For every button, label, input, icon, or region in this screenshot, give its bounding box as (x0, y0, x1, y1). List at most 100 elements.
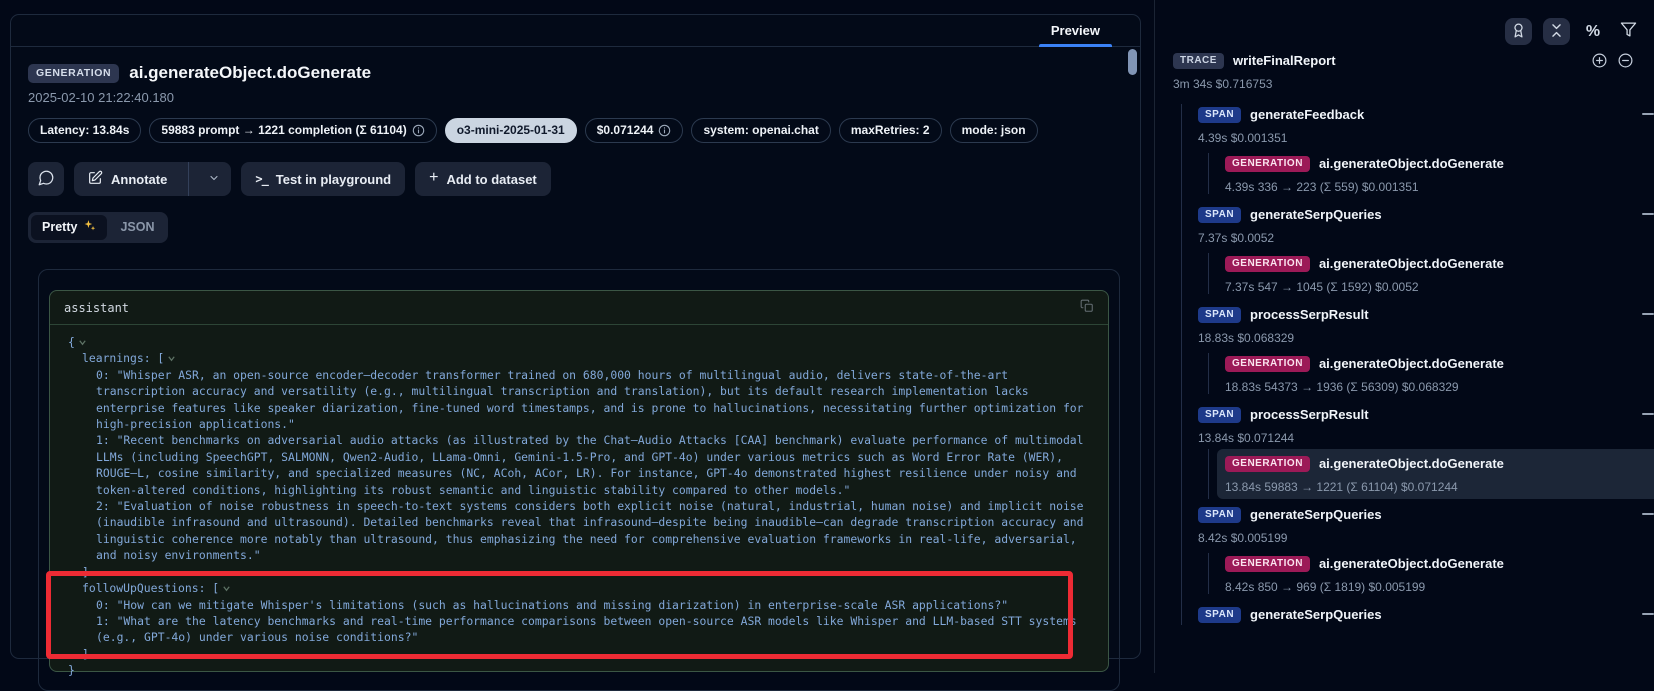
terminal-icon: >_ (255, 172, 267, 186)
trace-tree-sidebar: TRACE writeFinalReport 3m 34s $0.716753 … (1154, 0, 1654, 673)
tab-bar: Preview (11, 15, 1140, 47)
tab-preview-label: Preview (1051, 23, 1100, 38)
generation-metrics: 8.42s 850 → 969 (Σ 1819) $0.005199 (1225, 580, 1654, 594)
tree-group: SPAN generateSerpQueries (1198, 604, 1654, 625)
circle-plus-icon[interactable] (1591, 52, 1608, 74)
model-badge[interactable]: o3-mini-2025-01-31 (445, 118, 577, 143)
code-line: 0: "How can we mitigate Whisper's limita… (68, 597, 1092, 613)
circle-minus-icon[interactable] (1617, 52, 1634, 74)
generation-metrics: 18.83s 54373 → 1936 (Σ 56309) $0.068329 (1225, 380, 1654, 394)
generation-badge: GENERATION (1225, 256, 1310, 272)
span-metrics: 7.37s $0.0052 (1198, 231, 1624, 245)
span-row[interactable]: SPAN processSerpResult (1198, 404, 1624, 425)
latency-badge: Latency: 13.84s (28, 118, 141, 143)
generation-label: ai.generateObject.doGenerate (1319, 256, 1504, 271)
panel-scrollbar-thumb[interactable] (1128, 49, 1137, 75)
span-label: generateFeedback (1250, 107, 1364, 122)
metadata-badges: Latency: 13.84s 59883 prompt → 1221 comp… (28, 118, 1130, 143)
span-badge: SPAN (1198, 407, 1241, 423)
max-retries-badge: maxRetries: 2 (839, 118, 942, 143)
annotate-button[interactable]: Annotate (74, 162, 231, 196)
generation-label: ai.generateObject.doGenerate (1319, 556, 1504, 571)
generation-label: ai.generateObject.doGenerate (1319, 156, 1504, 171)
span-metrics: 8.42s $0.005199 (1198, 531, 1624, 545)
span-badge: SPAN (1198, 107, 1241, 123)
span-row[interactable]: SPAN generateFeedback (1198, 104, 1624, 125)
generation-metrics: 7.37s 547 → 1045 (Σ 1592) $0.0052 (1225, 280, 1654, 294)
sparkles-icon (83, 219, 96, 235)
span-label: generateSerpQueries (1250, 507, 1382, 522)
cost-badge[interactable]: $0.071244 (585, 118, 684, 143)
generation-badge: GENERATION (1225, 156, 1310, 172)
tab-preview[interactable]: Preview (1035, 17, 1116, 46)
minus-icon[interactable] (1642, 613, 1654, 615)
add-to-dataset-button[interactable]: + Add to dataset (415, 162, 551, 196)
generation-badge: GENERATION (1225, 556, 1310, 572)
tree-group: SPAN generateFeedback 4.39s $0.001351 GE… (1198, 104, 1654, 194)
comment-icon (37, 169, 55, 190)
minus-icon[interactable] (1642, 513, 1654, 515)
token-usage-badge[interactable]: 59883 prompt → 1221 completion (Σ 61104) (149, 118, 436, 143)
span-label: processSerpResult (1250, 407, 1369, 422)
annotate-main[interactable]: Annotate (74, 162, 180, 196)
info-icon (658, 124, 671, 137)
span-label: generateSerpQueries (1250, 607, 1382, 622)
span-metrics: 4.39s $0.001351 (1198, 131, 1624, 145)
trace-metrics: 3m 34s $0.716753 (1173, 77, 1654, 91)
generation-row[interactable]: GENERATION ai.generateObject.doGenerate … (1225, 553, 1654, 594)
plus-icon: + (429, 169, 438, 187)
json-output-viewer: {learnings: [0: "Whisper ASR, an open-so… (50, 325, 1108, 691)
playground-label: Test in playground (276, 172, 391, 187)
code-line: 1: "Recent benchmarks on adversarial aud… (68, 432, 1092, 498)
tree-group: SPAN processSerpResult 18.83s $0.068329 … (1198, 304, 1654, 394)
comment-button[interactable] (28, 162, 64, 196)
trace-label: writeFinalReport (1233, 53, 1336, 68)
trace-children: SPAN generateFeedback 4.39s $0.001351 GE… (1181, 104, 1654, 625)
toggle-pretty[interactable]: Pretty (31, 215, 107, 240)
generation-label: ai.generateObject.doGenerate (1319, 356, 1504, 371)
pencil-square-icon (87, 170, 103, 189)
info-icon (412, 124, 425, 137)
generation-metrics: 4.39s 336 → 223 (Σ 559) $0.001351 (1225, 180, 1654, 194)
span-row[interactable]: SPAN processSerpResult (1198, 304, 1624, 325)
test-in-playground-button[interactable]: >_ Test in playground (241, 162, 405, 196)
code-line: ] (68, 564, 1092, 580)
generation-row[interactable]: GENERATION ai.generateObject.doGenerate … (1217, 449, 1654, 499)
span-label: processSerpResult (1250, 307, 1369, 322)
code-line: 0: "Whisper ASR, an open-source encoder–… (68, 367, 1092, 433)
trace-expand-controls (1591, 52, 1634, 74)
copy-icon[interactable] (1080, 299, 1094, 316)
generation-row[interactable]: GENERATION ai.generateObject.doGenerate … (1225, 353, 1654, 394)
span-badge: SPAN (1198, 607, 1241, 623)
span-row[interactable]: SPAN generateSerpQueries (1198, 604, 1624, 625)
span-badge: SPAN (1198, 207, 1241, 223)
preview-panel: Preview GENERATION ai.generateObject.doG… (10, 14, 1141, 659)
code-line: 2: "Evaluation of noise robustness in sp… (68, 498, 1092, 564)
observation-timestamp: 2025-02-10 21:22:40.180 (28, 90, 1130, 105)
minus-icon[interactable] (1642, 213, 1654, 215)
add-to-dataset-label: Add to dataset (446, 172, 536, 187)
code-line: } (68, 662, 1092, 678)
system-badge: system: openai.chat (691, 118, 830, 143)
minus-icon[interactable] (1642, 113, 1654, 115)
generation-row[interactable]: GENERATION ai.generateObject.doGenerate … (1225, 153, 1654, 194)
message-role-label: assistant (64, 301, 129, 315)
span-row[interactable]: SPAN generateSerpQueries (1198, 504, 1624, 525)
code-line: learnings: [ (68, 350, 1092, 366)
page-title: ai.generateObject.doGenerate (129, 63, 371, 83)
annotate-dropdown[interactable] (197, 162, 231, 196)
span-badge: SPAN (1198, 307, 1241, 323)
tree-group: SPAN processSerpResult 13.84s $0.071244 … (1198, 404, 1654, 499)
minus-icon[interactable] (1642, 313, 1654, 315)
observation-type-badge: GENERATION (28, 64, 119, 83)
toggle-json[interactable]: JSON (109, 215, 165, 240)
tree-group: SPAN generateSerpQueries 8.42s $0.005199… (1198, 504, 1654, 594)
assistant-message-block: assistant {learnings: [0: "Whisper ASR, … (49, 290, 1109, 672)
minus-icon[interactable] (1642, 413, 1654, 415)
span-metrics: 13.84s $0.071244 (1198, 431, 1624, 445)
span-row[interactable]: SPAN generateSerpQueries (1198, 204, 1624, 225)
trace-root-row[interactable]: TRACE writeFinalReport (1173, 50, 1654, 71)
generation-row[interactable]: GENERATION ai.generateObject.doGenerate … (1225, 253, 1654, 294)
annotate-label: Annotate (111, 172, 167, 187)
code-line: { (68, 334, 1092, 350)
